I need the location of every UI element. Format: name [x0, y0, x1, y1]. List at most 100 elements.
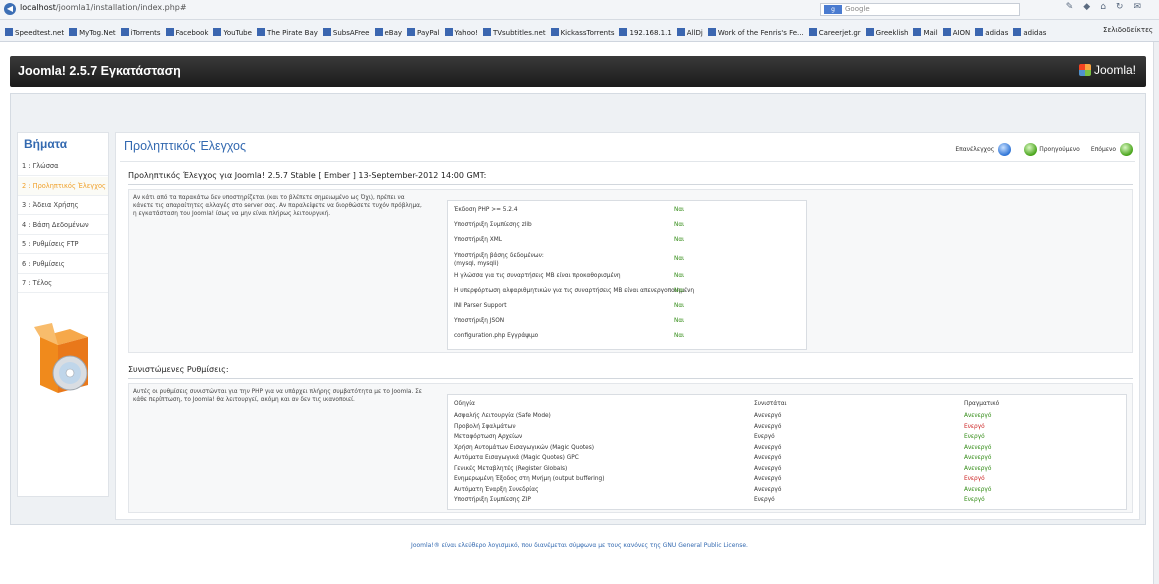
- bookmark-link[interactable]: SubsAFree: [322, 28, 370, 37]
- check-value: Ναι: [674, 303, 685, 309]
- bookmark-label: Speedtest.net: [15, 29, 65, 37]
- page: Joomla! 2.5.7 Εγκατάσταση Joomla! Βήματα…: [0, 42, 1159, 584]
- refresh-button[interactable]: Επανέλεγχος: [955, 143, 1012, 156]
- search-input[interactable]: g Google: [820, 3, 1020, 16]
- bookmark-label: eBay: [384, 29, 403, 37]
- search-engine-label: Google: [845, 5, 870, 13]
- browser-toolbar-icons[interactable]: ✎◆⌂↻✉: [1066, 2, 1151, 12]
- bookmark-link[interactable]: Yahoo!: [444, 28, 478, 37]
- divider: [128, 184, 1133, 185]
- bookmark-link[interactable]: iTorrents: [120, 28, 161, 37]
- sidebar-step[interactable]: 3 : Άδεια Χρήσης: [18, 196, 108, 215]
- bookmark-link[interactable]: AllDj: [676, 28, 703, 37]
- directive-label: Ασφαλής Λειτουργία (Safe Mode): [454, 413, 551, 419]
- directive-label: Υποστήριξη Συμπίεσης ZIP: [454, 497, 531, 503]
- bookmark-link[interactable]: TVsubtitles.net: [482, 28, 546, 37]
- recommended-heading: Συνιστώμενες Ρυθμίσεις:: [128, 365, 229, 374]
- bookmark-icon: [975, 28, 984, 36]
- check-value: Ναι: [674, 237, 685, 243]
- actual-value: Ανενεργό: [964, 486, 992, 493]
- directive-label: Προβολή Σφαλμάτων: [454, 423, 516, 430]
- bookmark-label: 192.168.1.1: [629, 29, 672, 37]
- bookmark-link[interactable]: PayPal: [407, 28, 440, 37]
- column-header: Πραγματικό: [964, 401, 1000, 407]
- bookmark-link[interactable]: Mail: [913, 28, 938, 37]
- bookmark-link[interactable]: AION: [942, 28, 970, 37]
- precheck-heading: Προληπτικός Έλεγχος για Joomla! 2.5.7 St…: [128, 171, 487, 180]
- actual-value: Ενεργό: [964, 476, 985, 482]
- next-button[interactable]: Επόμενο: [1091, 143, 1133, 156]
- bookmark-icon: [120, 28, 129, 36]
- refresh-icon: [998, 143, 1012, 156]
- bookmark-icon: [808, 28, 817, 36]
- directive-label: Αυτόματη Έναρξη Συνεδρίας: [454, 486, 539, 493]
- check-value: Ναι: [674, 288, 685, 294]
- back-icon[interactable]: ◀: [4, 3, 16, 15]
- sidebar-step[interactable]: 2 : Προληπτικός Έλεγχος: [18, 176, 108, 196]
- bookmark-link[interactable]: adidas: [975, 28, 1008, 37]
- recommended-value: Ανενεργό: [754, 476, 782, 482]
- directive-label: Χρήση Αυτομάτων Εισαγωγικών (Magic Quote…: [454, 444, 594, 451]
- page-scrollbar[interactable]: [1153, 42, 1159, 584]
- browser-url-bar: ◀ localhost/joomla1/installation/index.p…: [0, 0, 1159, 20]
- bookmark-link[interactable]: KickassTorrents: [550, 28, 615, 37]
- precheck-description: Αν κάτι από τα παρακάτω δεν υποστηρίζετα…: [133, 195, 422, 217]
- url-host: localhost: [20, 3, 56, 12]
- bookmark-link[interactable]: The Pirate Bay: [256, 28, 318, 37]
- actual-value: Ενεργό: [964, 434, 985, 440]
- check-label: Η υπερφόρτωση αλφαριθμητικών για τις συν…: [454, 288, 695, 294]
- precheck-table: Έκδοση PHP >= 5.2.4 Ναι Υποστήριξη Συμπίεσ…: [447, 200, 807, 350]
- sidebar-step[interactable]: 1 : Γλώσσα: [18, 157, 108, 176]
- check-label: Υποστήριξη Συμπίεσης zlib: [454, 222, 532, 228]
- check-value: Ναι: [674, 222, 685, 228]
- bookmark-link[interactable]: YouTube: [213, 28, 252, 37]
- bookmark-label: Yahoo!: [454, 29, 478, 37]
- bookmark-link[interactable]: eBay: [374, 28, 403, 37]
- recommended-value: Ανενεργό: [754, 465, 782, 472]
- bookmark-label: PayPal: [417, 29, 440, 37]
- url-input[interactable]: localhost/joomla1/installation/index.php…: [20, 3, 187, 12]
- previous-button[interactable]: Προηγούμενο: [1022, 143, 1080, 156]
- bookmark-link[interactable]: Careerjet.gr: [808, 28, 861, 37]
- main-panel: Προληπτικός Έλεγχος Επανέλεγχος Προηγούμ…: [115, 132, 1140, 520]
- bookmark-link[interactable]: Work of the Fenris's Fe...: [707, 28, 804, 37]
- bookmark-icon: [942, 28, 951, 36]
- bookmark-label: adidas: [985, 29, 1009, 37]
- check-label: Έκδοση PHP >= 5.2.4: [454, 207, 518, 213]
- bookmark-icon: [865, 28, 874, 36]
- bookmark-link[interactable]: Facebook: [165, 28, 208, 37]
- bookmarks-menu[interactable]: Σελιδοδείκτες: [1103, 26, 1153, 34]
- bookmark-link[interactable]: adidas: [1013, 28, 1046, 37]
- divider: [128, 378, 1133, 379]
- recommended-value: Ανενεργό: [754, 455, 782, 461]
- bookmark-label: Careerjet.gr: [818, 29, 861, 37]
- bookmark-link[interactable]: Greeklish: [865, 28, 908, 37]
- bookmark-link[interactable]: MyTog.Net: [69, 28, 116, 37]
- bookmark-link[interactable]: 192.168.1.1: [619, 28, 672, 37]
- actual-value: Ανενεργό: [964, 455, 992, 461]
- bookmark-icon: [550, 28, 559, 36]
- recommended-value: Ενεργό: [754, 434, 775, 440]
- check-value: Ναι: [674, 256, 685, 262]
- sidebar-step[interactable]: 5 : Ρυθμίσεις FTP: [18, 235, 108, 254]
- google-icon: g: [824, 5, 842, 14]
- sidebar-step[interactable]: 4 : Βάση Δεδομένων: [18, 216, 108, 235]
- column-header: Συνιστάται: [754, 401, 787, 407]
- bookmark-icon: [322, 28, 331, 36]
- sidebar-step[interactable]: 7 : Τέλος: [18, 274, 108, 293]
- directive-label: Αυτόματα Εισαγωγικά (Magic Quotes) GPC: [454, 455, 579, 461]
- bookmark-link[interactable]: Speedtest.net: [5, 28, 64, 37]
- divider: [120, 161, 1135, 162]
- actual-value: Ανενεργό: [964, 413, 992, 419]
- directive-label: Μεταφόρτωση Αρχείων: [454, 434, 523, 440]
- steps-title: Βήματα: [24, 137, 68, 151]
- actual-value: Ανενεργό: [964, 465, 992, 472]
- bookmark-icon: [165, 28, 174, 36]
- check-value: Ναι: [674, 333, 685, 339]
- next-icon: [1120, 143, 1133, 156]
- check-label: configuration.php Εγγράψιμο: [454, 333, 539, 339]
- section-title: Προληπτικός Έλεγχος: [124, 139, 247, 153]
- bookmark-label: KickassTorrents: [560, 29, 615, 37]
- check-label: Υποστήριξη βάσης δεδομένων: (mysql, mysq…: [454, 253, 544, 267]
- sidebar-step[interactable]: 6 : Ρυθμίσεις: [18, 255, 108, 274]
